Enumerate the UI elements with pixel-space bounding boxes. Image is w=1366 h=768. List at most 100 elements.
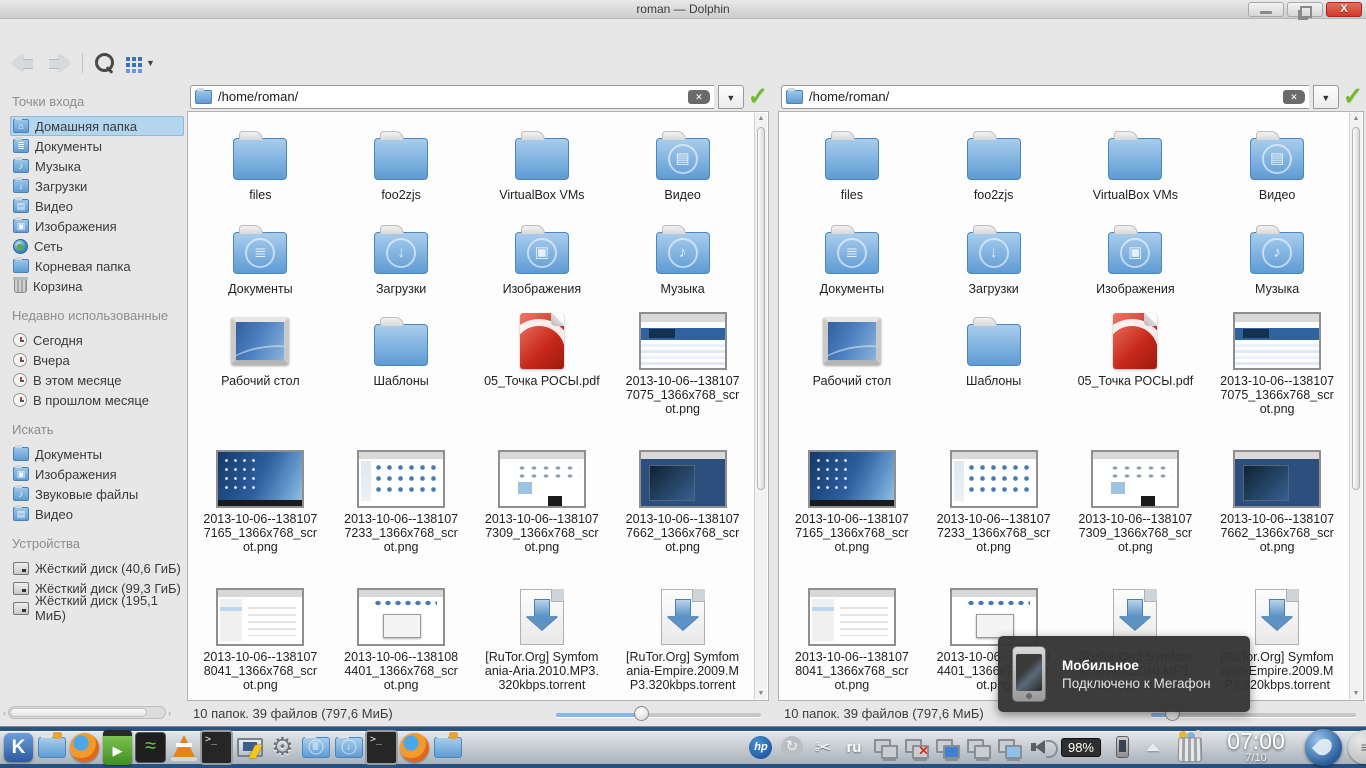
tray-icon[interactable]	[997, 737, 1021, 757]
file-item[interactable]: 2013-10-06--1381077662_1366x768_scrot.pn…	[1206, 438, 1348, 576]
clear-url-icon[interactable]	[688, 90, 710, 104]
sidebar-item[interactable]: ▣ Изображения	[10, 216, 184, 236]
file-item[interactable]: 2013-10-06--1381078041_1366x768_scrot.pn…	[781, 576, 923, 700]
sidebar-item[interactable]: В прошлом месяце	[10, 390, 184, 410]
sidebar-item[interactable]: ♪ Звуковые файлы	[10, 484, 184, 504]
trash-widget[interactable]	[1175, 731, 1205, 763]
file-item[interactable]: ▤ Видео	[1206, 114, 1348, 208]
tray-icon[interactable]	[966, 737, 990, 757]
launcher-icon[interactable]	[233, 731, 266, 764]
sidebar-item[interactable]: Сегодня	[10, 330, 184, 350]
sidebar-item[interactable]: ⌂ Домашняя папка	[10, 116, 184, 136]
url-input[interactable]: /home/roman/	[781, 85, 1309, 109]
file-item[interactable]: VirtualBox VMs	[472, 114, 613, 208]
file-item[interactable]: 2013-10-06--1381078041_1366x768_scrot.pn…	[190, 576, 331, 700]
tray-icon[interactable]	[1028, 735, 1052, 759]
file-item[interactable]: ♪ Музыка	[1206, 208, 1348, 300]
launcher-icon[interactable]	[200, 731, 233, 764]
close-button[interactable]	[1326, 2, 1362, 17]
file-item[interactable]: 2013-10-06--1381077309_1366x768_scrot.pn…	[472, 438, 613, 576]
clock-widget[interactable]: 07:00 7/10	[1217, 730, 1295, 764]
sidebar-item[interactable]: ↓ Загрузки	[10, 176, 184, 196]
notification-popup[interactable]: Мобильное Подключено к Мегафон	[998, 636, 1250, 712]
file-item[interactable]: 05_Точка РОСЫ.pdf	[1065, 300, 1207, 438]
view-mode-button[interactable]: ▼	[125, 55, 155, 71]
tray-icon[interactable]	[935, 737, 959, 757]
scroll-up-icon[interactable]: ▲	[1350, 115, 1362, 122]
menu-item[interactable]	[311, 16, 344, 49]
file-item[interactable]: Рабочий стол	[781, 300, 923, 438]
scroll-down-icon[interactable]: ▼	[1350, 690, 1362, 697]
sidebar-item[interactable]: Корневая папка	[10, 256, 184, 276]
back-icon[interactable]	[10, 53, 36, 73]
tray-expand-icon[interactable]	[1141, 735, 1165, 759]
vertical-scrollbar[interactable]: ▲ ▼	[754, 113, 767, 699]
menu-item[interactable]	[252, 16, 285, 49]
sidebar-item[interactable]: ▣ Изображения	[10, 464, 184, 484]
tray-icon[interactable]	[749, 735, 773, 759]
tray-icon[interactable]: ✕	[904, 737, 928, 757]
task-icon[interactable]: ↓	[332, 731, 365, 764]
sidebar-scrollbar[interactable]: ‹ ›	[3, 704, 171, 721]
file-item[interactable]: files	[781, 114, 923, 208]
file-item[interactable]: 2013-10-06--1381077165_1366x768_scrot.pn…	[781, 438, 923, 576]
file-item[interactable]: ≣ Документы	[190, 208, 331, 300]
file-item[interactable]: 2013-10-06--1381077075_1366x768_scrot.pn…	[1206, 300, 1348, 438]
zoom-slider[interactable]	[556, 706, 761, 722]
file-item[interactable]: ↓ Загрузки	[331, 208, 472, 300]
slider-knob[interactable]	[634, 706, 649, 721]
tray-icon[interactable]	[873, 737, 897, 757]
tray-icon[interactable]	[780, 735, 804, 759]
file-item[interactable]: 2013-10-06--1381084401_1366x768_scrot.pn…	[331, 576, 472, 700]
sidebar-item[interactable]: Сеть	[10, 236, 184, 256]
file-item[interactable]: foo2zjs	[923, 114, 1065, 208]
clear-url-icon[interactable]	[1283, 90, 1305, 104]
file-item[interactable]: ≣ Документы	[781, 208, 923, 300]
file-item[interactable]: 2013-10-06--1381077662_1366x768_scrot.pn…	[612, 438, 753, 576]
launcher-icon[interactable]	[101, 731, 134, 764]
tray-icon[interactable]	[842, 735, 866, 759]
file-item[interactable]: files	[190, 114, 331, 208]
apply-check-icon[interactable]: ✓	[1343, 87, 1363, 107]
launcher-icon[interactable]	[134, 731, 167, 764]
sidebar-item[interactable]: ▤ Видео	[10, 196, 184, 216]
file-item[interactable]: Рабочий стол	[190, 300, 331, 438]
panel-toolbox-icon[interactable]: ≡	[1348, 730, 1366, 764]
file-item[interactable]: foo2zjs	[331, 114, 472, 208]
task-icon[interactable]	[365, 731, 398, 764]
launcher-icon[interactable]	[2, 731, 35, 764]
task-icon[interactable]	[431, 731, 464, 764]
file-item[interactable]: ▤ Видео	[612, 114, 753, 208]
file-item[interactable]: ↓ Загрузки	[923, 208, 1065, 300]
scroll-left-icon[interactable]: ‹	[3, 708, 6, 718]
file-item[interactable]: [RuTor.Org] Symfomania-Empire.2009.MP3.3…	[612, 576, 753, 700]
file-item[interactable]: 2013-10-06--1381077075_1366x768_scrot.pn…	[612, 300, 753, 438]
launcher-icon[interactable]	[35, 731, 68, 764]
apply-check-icon[interactable]: ✓	[748, 87, 768, 107]
file-item[interactable]: ▣ Изображения	[472, 208, 613, 300]
file-item[interactable]: VirtualBox VMs	[1065, 114, 1207, 208]
vertical-scrollbar[interactable]: ▲ ▼	[1349, 113, 1362, 699]
file-item[interactable]: 2013-10-06--1381077165_1366x768_scrot.pn…	[190, 438, 331, 576]
scroll-up-icon[interactable]: ▲	[755, 115, 767, 122]
tray-icon[interactable]	[811, 735, 835, 759]
sidebar-item[interactable]: В этом месяце	[10, 370, 184, 390]
url-dropdown-button[interactable]: ▼	[1313, 85, 1339, 109]
file-item[interactable]: [RuTor.Org] Symfomania-Aria.2010.MP3.320…	[472, 576, 613, 700]
menu-item[interactable]	[16, 16, 49, 49]
kde-cashew-icon[interactable]	[1305, 729, 1342, 766]
file-item[interactable]: 05_Точка РОСЫ.pdf	[472, 300, 613, 438]
file-item[interactable]: ▣ Изображения	[1065, 208, 1207, 300]
launcher-icon[interactable]	[266, 731, 299, 764]
maximize-button[interactable]	[1287, 2, 1323, 17]
forward-icon[interactable]	[46, 53, 72, 73]
sidebar-item[interactable]: Жёсткий диск (40,6 ГиБ)	[10, 558, 184, 578]
task-icon[interactable]	[398, 731, 431, 764]
scrollbar-thumb[interactable]	[10, 708, 147, 717]
scroll-right-icon[interactable]: ›	[168, 708, 171, 718]
file-item[interactable]: Шаблоны	[923, 300, 1065, 438]
launcher-icon[interactable]	[68, 731, 101, 764]
url-dropdown-button[interactable]: ▼	[718, 85, 744, 109]
sidebar-item[interactable]: ▤ Видео	[10, 504, 184, 524]
file-item[interactable]: 2013-10-06--1381077233_1366x768_scrot.pn…	[331, 438, 472, 576]
